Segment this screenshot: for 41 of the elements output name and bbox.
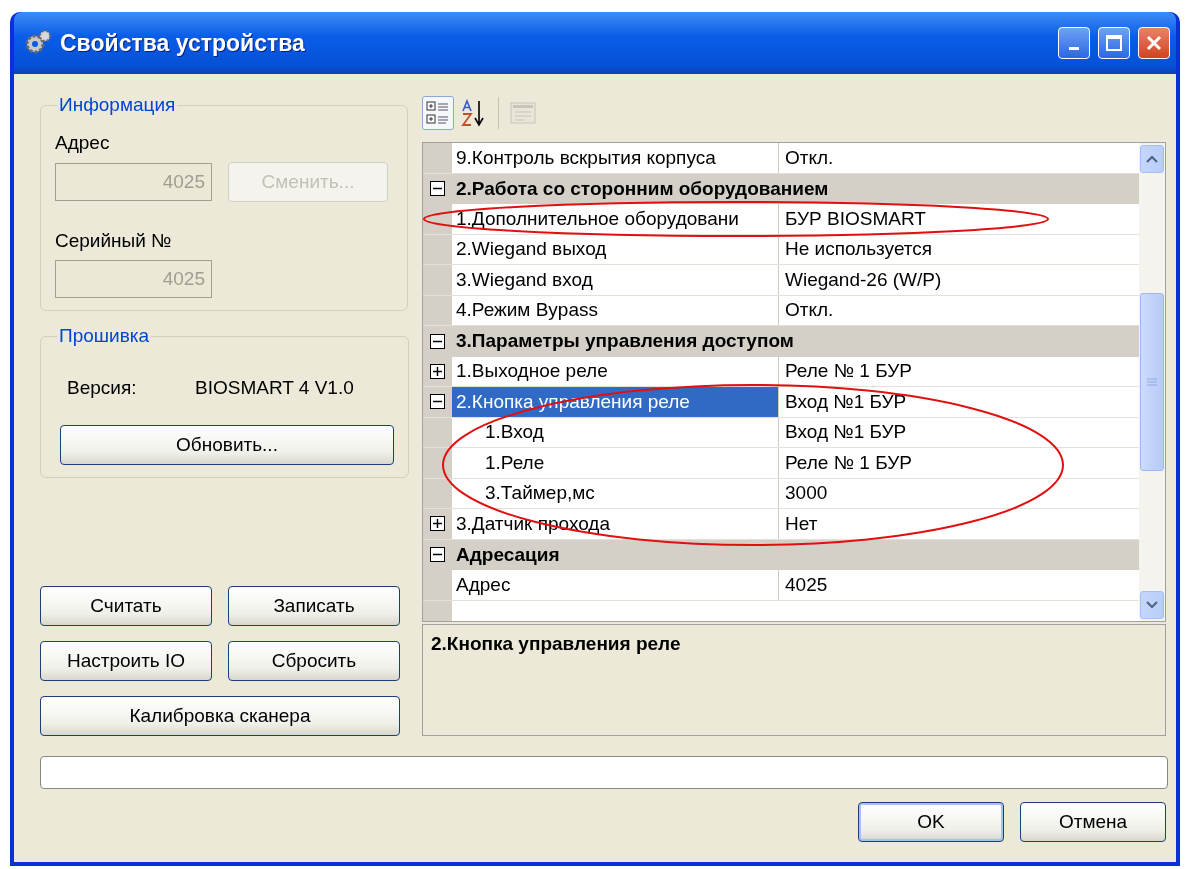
action-button[interactable]: Сбросить [228,641,400,681]
collapse-icon[interactable] [430,547,445,563]
description-title: 2.Кнопка управления реле [431,633,681,654]
dialog-button[interactable]: OK [858,802,1004,842]
maximize-icon [1105,34,1123,52]
action-button[interactable]: Записать [228,586,400,626]
window-title: Свойства устройства [60,29,306,57]
expand-icon[interactable] [430,516,445,532]
collapse-icon[interactable] [430,394,445,410]
category-label: 3.Параметры управления доступом [455,329,795,354]
expand-icon[interactable] [430,363,445,379]
category-label: Адресация [455,542,561,567]
maximize-button[interactable] [1098,27,1130,59]
chevron-up-icon [1146,155,1158,163]
version-label: Версия: [67,377,138,399]
update-button[interactable]: Обновить... [60,425,394,465]
close-button[interactable] [1138,27,1170,59]
scroll-thumb[interactable] [1140,293,1164,471]
collapse-icon[interactable] [430,181,445,197]
dialog-button[interactable]: Отмена [1020,802,1166,842]
action-button[interactable]: Считать [40,586,212,626]
minimize-button[interactable] [1058,27,1090,59]
category-label: 2.Работа со сторонним оборудованием [455,176,830,201]
collapse-icon[interactable] [430,333,445,349]
scroll-down-button[interactable] [1140,591,1164,619]
action-button[interactable]: Калибровка сканера [40,696,400,736]
address-label: Адрес [55,132,111,154]
serial-label: Серийный № [55,230,173,252]
sort-icon [461,99,487,127]
scrollbar[interactable] [1139,143,1165,621]
close-icon [1146,35,1162,51]
grip-icon [1147,378,1157,386]
group-title: Информация [58,94,177,116]
minimize-icon [1069,46,1079,50]
property-pages-icon [510,101,536,125]
group-title: Прошивка [58,325,151,347]
chevron-down-icon [1146,601,1158,609]
categorized-icon [426,100,450,126]
scroll-up-button[interactable] [1140,145,1164,173]
action-button[interactable]: Настроить IO [40,641,212,681]
version-value: BIOSMART 4 V1.0 [195,377,354,399]
